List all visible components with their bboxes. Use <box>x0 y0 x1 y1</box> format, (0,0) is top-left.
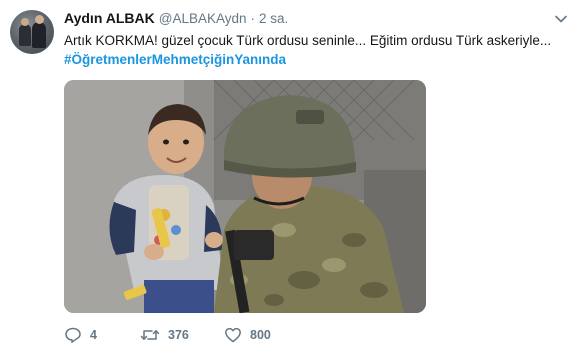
photo-illustration <box>64 80 426 313</box>
reply-icon <box>65 327 81 343</box>
tweet: Aydın ALBAK @ALBAKAydn · 2 sa. Artık KOR… <box>0 0 580 359</box>
like-button[interactable]: 800 <box>224 326 271 344</box>
chevron-down-icon[interactable] <box>554 12 568 26</box>
retweet-count: 376 <box>168 328 189 342</box>
reply-button[interactable]: 4 <box>64 326 97 344</box>
like-count: 800 <box>250 328 271 342</box>
reply-count: 4 <box>90 328 97 342</box>
hashtag-link[interactable]: #ÖğretmenlerMehmetçiğinYanında <box>64 50 286 70</box>
avatar-figure-head <box>35 15 44 24</box>
tweet-photo[interactable] <box>64 80 426 313</box>
avatar-figure <box>32 22 46 48</box>
tweet-timestamp[interactable]: 2 sa. <box>259 11 288 26</box>
tweet-text: Artık KORKMA! güzel çocuk Türk ordusu se… <box>64 33 552 48</box>
avatar[interactable] <box>10 10 54 54</box>
heart-icon <box>225 327 241 343</box>
retweet-icon <box>140 330 160 340</box>
retweet-button[interactable]: 376 <box>140 326 189 344</box>
user-handle[interactable]: @ALBAKAydn <box>159 11 247 26</box>
display-name[interactable]: Aydın ALBAK <box>64 10 155 26</box>
avatar-figure <box>19 24 31 46</box>
separator-dot: · <box>250 11 256 26</box>
tweet-header: Aydın ALBAK @ALBAKAydn · 2 sa. <box>64 10 288 28</box>
avatar-figure-head <box>21 18 29 26</box>
